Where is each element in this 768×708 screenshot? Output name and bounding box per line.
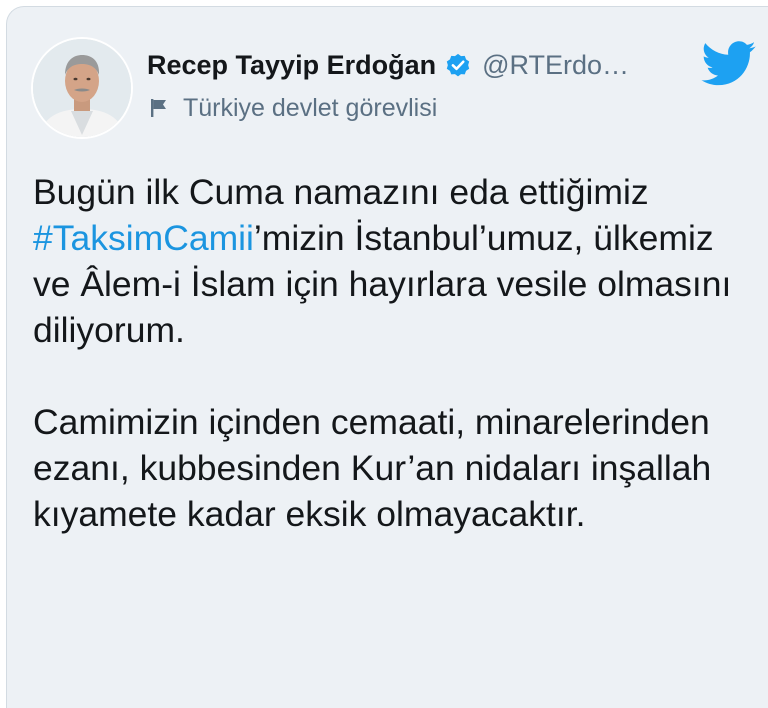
author-header: Recep Tayyip Erdoğan @RTErdo… [147,45,629,85]
account-label[interactable]: Türkiye devlet görevlisi [149,91,437,125]
hashtag-link[interactable]: #TaksimCamii [33,218,254,258]
account-label-text: Türkiye devlet görevlisi [183,93,438,122]
tweet-card: Recep Tayyip Erdoğan @RTErdo… Türkiye de… [6,6,768,708]
tweet-paragraph: Bugün ilk Cuma namazını eda ettiğimiz #T… [33,169,753,353]
verified-badge-icon [446,53,470,77]
author-avatar[interactable] [31,37,133,139]
tweet-paragraph: Camimizin içinden cemaati, minarelerinde… [33,402,712,534]
flag-icon [151,99,166,117]
tweet-text-segment: Bugün ilk Cuma namazını eda ettiğimiz [33,172,649,212]
tweet-text: Bugün ilk Cuma namazını eda ettiğimiz #T… [33,169,753,537]
author-handle[interactable]: @RTErdo… [482,50,629,81]
profile-photo [33,39,131,137]
twitter-bird-icon[interactable] [701,41,757,87]
author-name[interactable]: Recep Tayyip Erdoğan [147,50,436,81]
